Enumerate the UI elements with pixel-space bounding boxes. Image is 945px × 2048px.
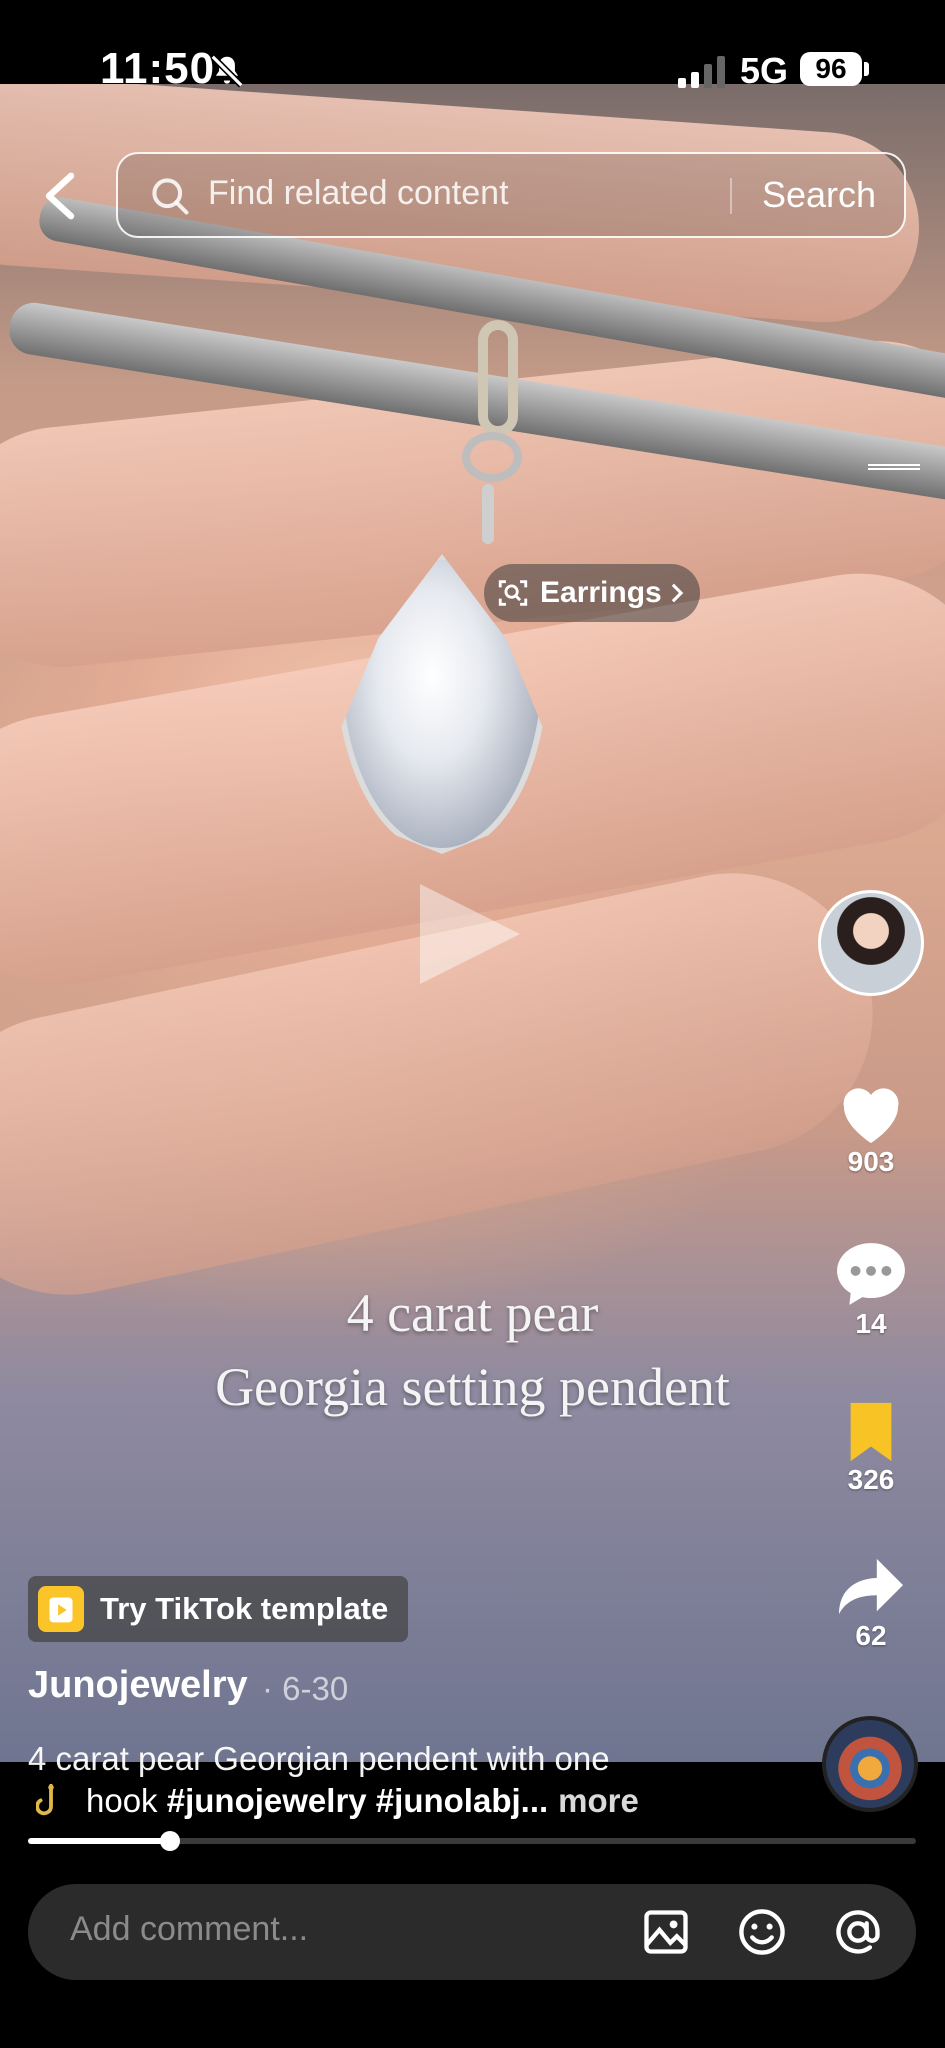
comment-bar[interactable]: Add comment... <box>28 1884 916 1980</box>
comment-input[interactable]: Add comment... <box>70 1910 308 1949</box>
image-icon[interactable] <box>640 1906 692 1958</box>
bell-muted-icon <box>210 54 244 88</box>
hook-emoji-icon <box>36 1784 54 1816</box>
network-type: 5G <box>740 50 789 91</box>
bookmark-icon <box>850 1402 892 1462</box>
template-label: Try TikTok template <box>100 1591 389 1626</box>
video-progress-bar[interactable] <box>28 1831 916 1851</box>
caption-line2: hook #junojewelry #junolabj... more <box>36 1782 639 1822</box>
save-button[interactable]: 326 <box>830 1400 912 1496</box>
video-overlay-line1: 4 carat pear <box>346 1283 599 1343</box>
comment-bubble-icon <box>837 1243 905 1305</box>
caption-text: hook <box>86 1782 167 1819</box>
share-arrow-icon <box>839 1558 903 1615</box>
sound-disc[interactable] <box>822 1716 918 1812</box>
caption-hashtags[interactable]: #junojewelry #junolabj... <box>167 1782 548 1819</box>
battery-indicator: 96 <box>800 52 862 86</box>
like-count: 903 <box>847 1146 895 1177</box>
signal-strength-icon <box>678 56 725 88</box>
search-input[interactable]: Find related content <box>208 174 509 213</box>
status-time: 11:50 <box>100 44 216 93</box>
creator-username[interactable]: Junojewelry <box>28 1664 248 1707</box>
earring-link <box>482 484 494 544</box>
template-icon <box>38 1586 84 1632</box>
more-button[interactable]: more <box>558 1782 639 1819</box>
caption-line1: 4 carat pear Georgian pendent with one <box>28 1740 610 1777</box>
video-overlay-line2: Georgia setting pendent <box>215 1357 730 1417</box>
menu-lines-icon <box>868 464 920 470</box>
back-arrow-icon[interactable] <box>38 170 82 222</box>
emoji-icon[interactable] <box>736 1906 788 1958</box>
video-player[interactable]: 4 carat pear Georgia setting pendent <box>0 84 945 1762</box>
product-tag-label: Earrings <box>540 576 662 609</box>
search-divider <box>730 178 732 214</box>
comment-count: 14 <box>855 1308 887 1339</box>
progress-handle[interactable] <box>160 1831 181 1851</box>
earring-hook <box>478 320 518 436</box>
search-button[interactable]: Search <box>762 174 876 216</box>
progress-fill <box>28 1838 171 1844</box>
mention-icon[interactable] <box>832 1906 884 1958</box>
share-button[interactable]: 62 <box>830 1556 912 1652</box>
earring-bail <box>462 432 522 482</box>
save-count: 326 <box>847 1464 895 1495</box>
search-bar[interactable]: Find related content Search <box>116 152 906 238</box>
like-button[interactable]: 903 <box>830 1080 912 1178</box>
post-date: · 6-30 <box>262 1670 349 1707</box>
play-icon[interactable] <box>420 884 520 984</box>
try-template-button[interactable]: Try TikTok template <box>28 1576 408 1642</box>
status-bar: 11:50 5G 96 <box>0 0 945 93</box>
battery-tip <box>864 62 869 76</box>
heart-icon <box>843 1088 899 1143</box>
comment-button[interactable]: 14 <box>830 1240 912 1340</box>
search-icon <box>152 178 189 215</box>
share-count: 62 <box>855 1620 887 1651</box>
creator-avatar[interactable] <box>818 890 924 996</box>
chevron-right-icon <box>671 583 683 603</box>
visual-search-icon <box>498 580 528 606</box>
product-tag-chip[interactable]: Earrings <box>484 564 700 622</box>
